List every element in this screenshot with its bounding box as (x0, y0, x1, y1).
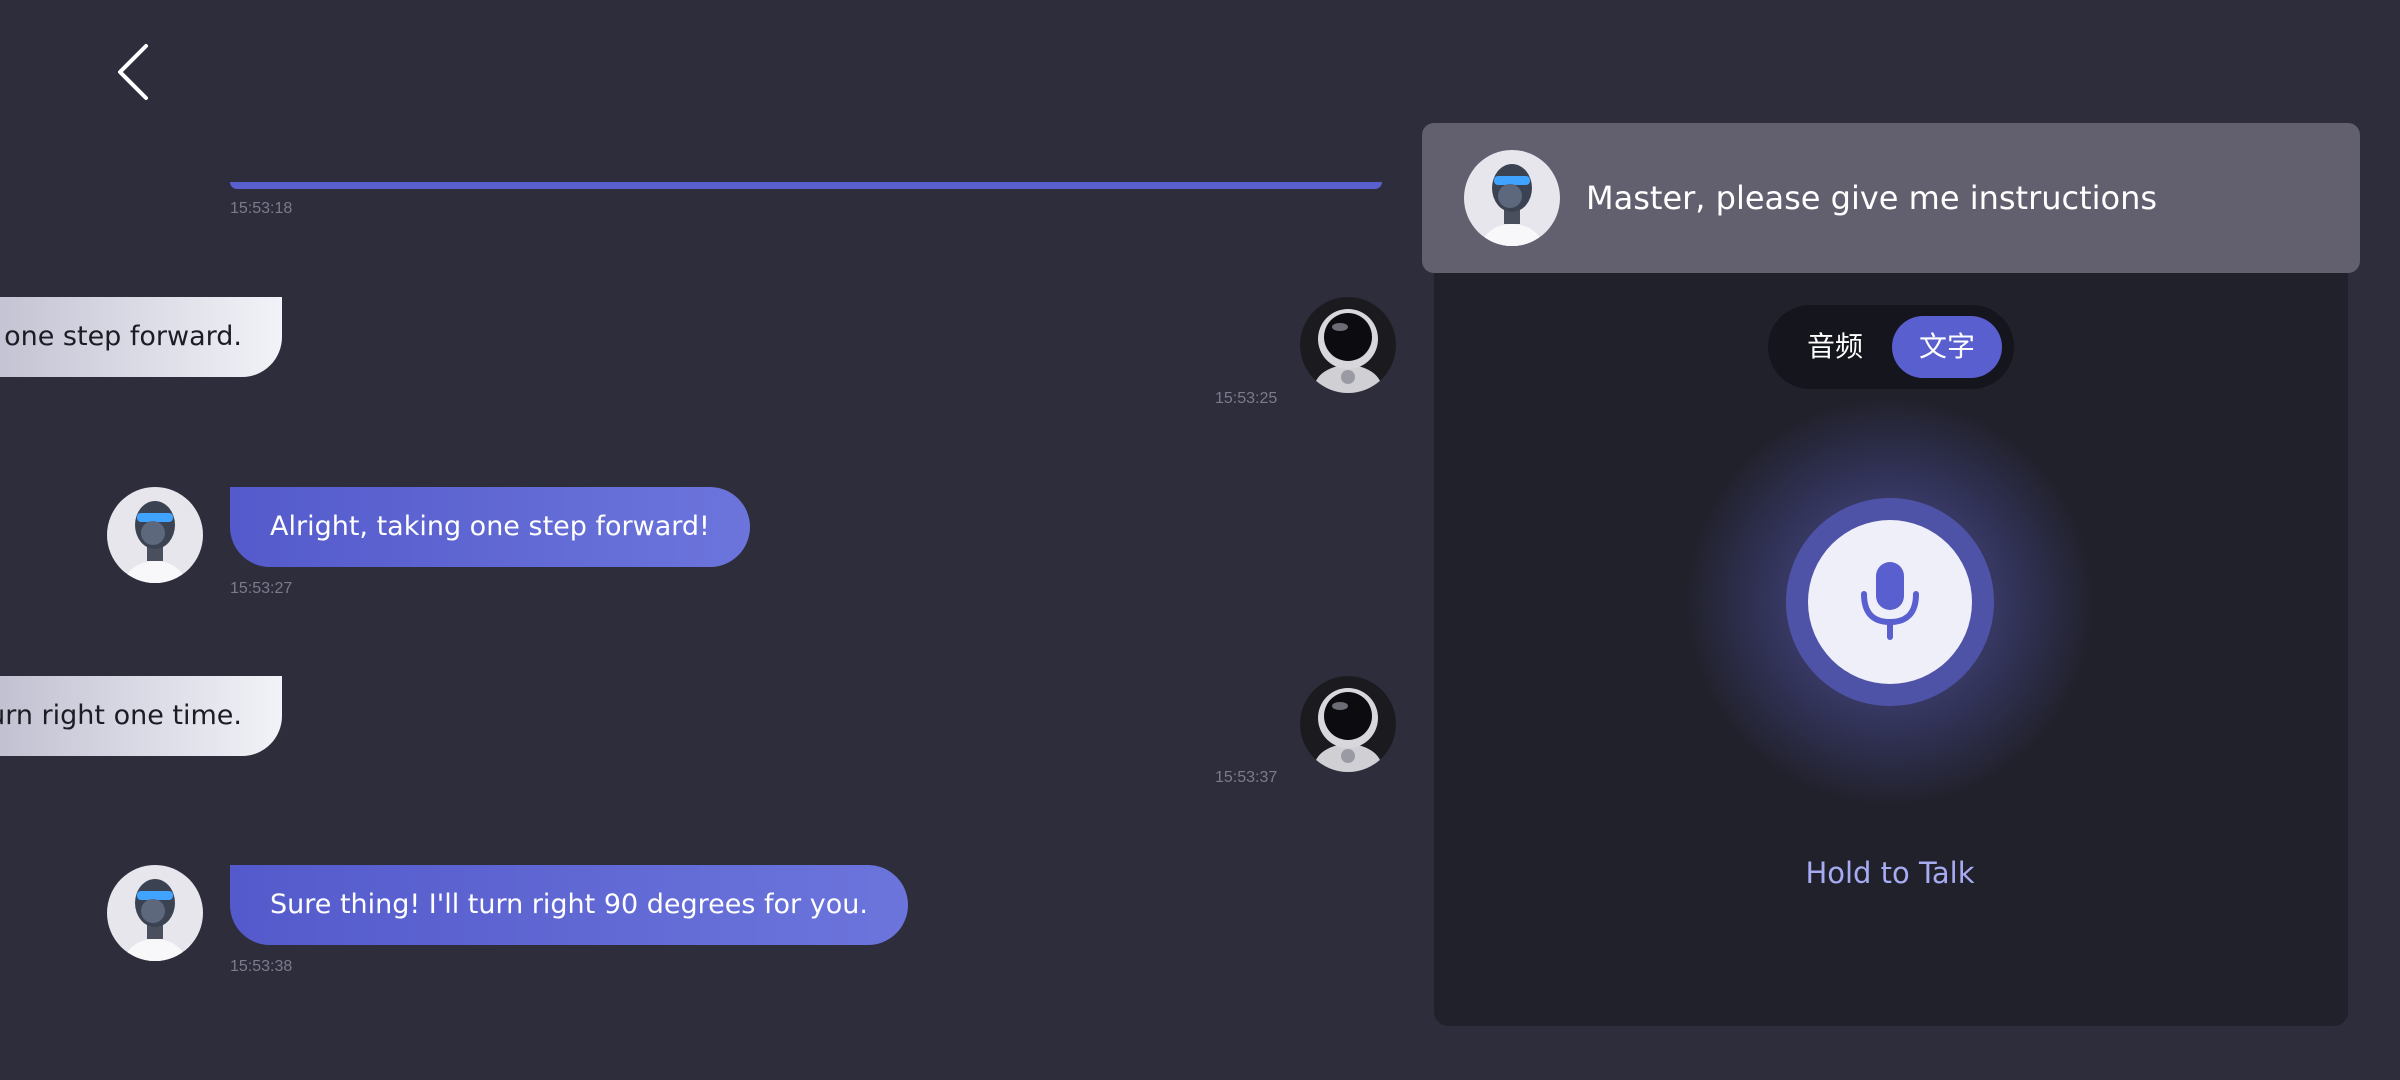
bot-message-bubble: Alright, taking one step forward! (230, 487, 750, 567)
user-message-bubble: Go one step forward. (0, 297, 282, 377)
message-timestamp: 15:53:25 (1215, 390, 1278, 407)
robot-avatar-icon (107, 487, 203, 583)
astronaut-avatar-icon (1300, 676, 1396, 772)
user-message-bubble: Turn right one time. (0, 676, 282, 756)
user-avatar (1300, 676, 1396, 772)
robot-avatar (107, 487, 203, 583)
message-timestamp: 15:53:37 (1215, 769, 1278, 786)
chat-history[interactable]: 15:53:18 Go one step forward. 15:53:25 A… (0, 0, 1410, 1080)
prompt-card: Master, please give me instructions (1422, 123, 2360, 273)
robot-avatar (1464, 150, 1560, 246)
astronaut-avatar-icon (1300, 297, 1396, 393)
prompt-text: Master, please give me instructions (1586, 179, 2158, 217)
hold-to-talk-button[interactable] (1808, 520, 1972, 684)
microphone-icon (1861, 562, 1919, 640)
user-avatar (1300, 297, 1396, 393)
message-timestamp: 15:53:27 (230, 580, 293, 597)
partial-bot-bubble (230, 182, 1382, 189)
message-timestamp: 15:53:18 (230, 200, 293, 217)
tab-text[interactable]: 文字 (1892, 316, 2002, 378)
robot-avatar-icon (107, 865, 203, 961)
hold-to-talk-label: Hold to Talk (1805, 856, 1975, 890)
robot-avatar-icon (1464, 150, 1560, 246)
mode-toggle[interactable]: 音频 文字 (1768, 305, 2014, 389)
robot-avatar (107, 865, 203, 961)
bot-message-bubble: Sure thing! I'll turn right 90 degrees f… (230, 865, 908, 945)
message-timestamp: 15:53:38 (230, 958, 293, 975)
tab-audio[interactable]: 音频 (1780, 316, 1890, 378)
